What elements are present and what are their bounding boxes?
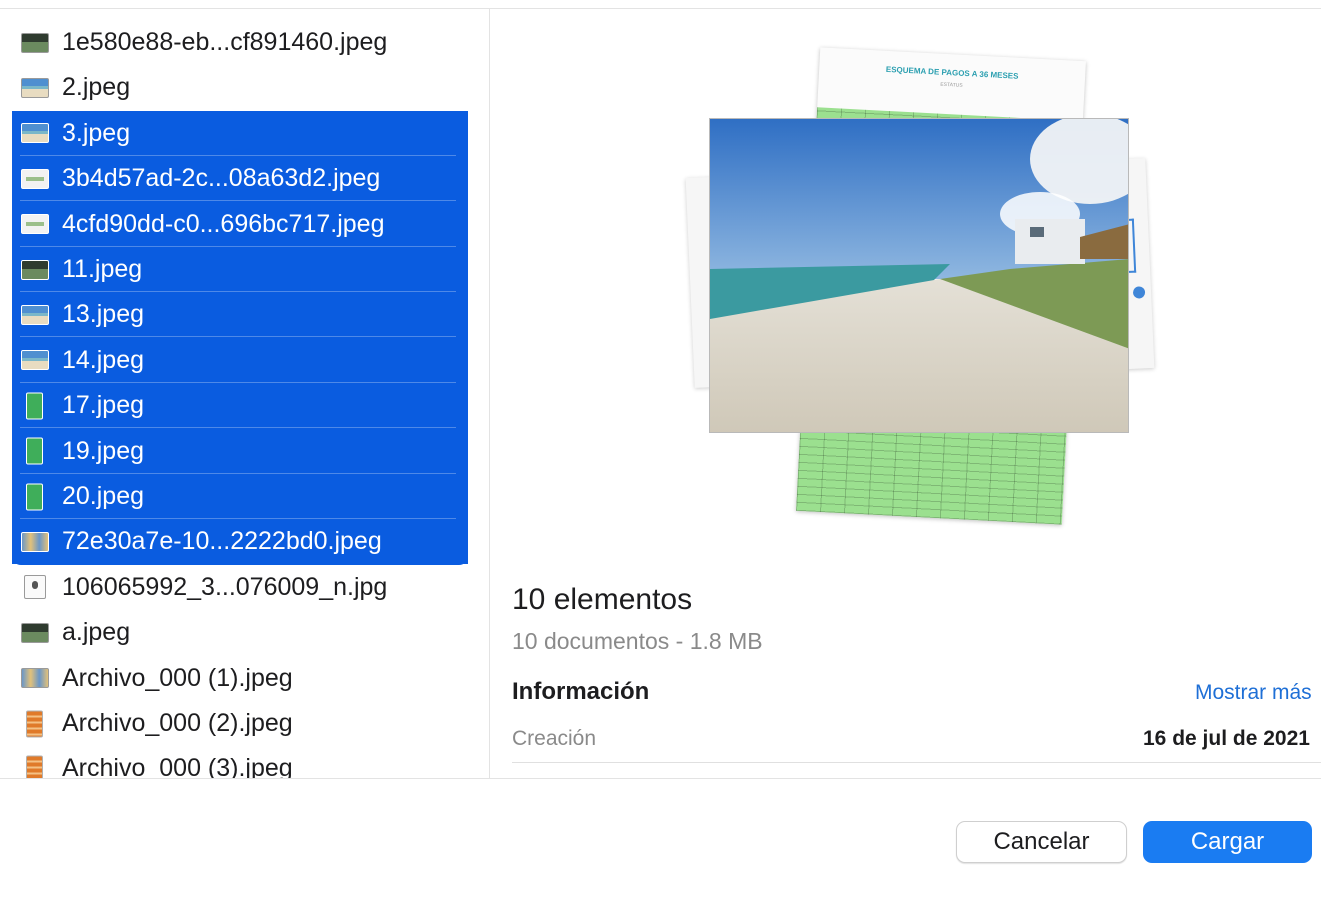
file-row[interactable]: 106065992_3...076009_n.jpg [12,565,468,610]
creation-label: Creación [512,727,597,750]
file-thumbnail-icon [21,168,49,189]
preview-beach-photo [709,118,1129,433]
file-name: 2.jpeg [62,73,131,102]
file-thumbnail-icon [21,214,49,235]
file-thumbnail-icon [24,575,46,600]
selection-summary-title: 10 elementos [512,583,693,616]
file-thumbnail-icon [21,77,49,98]
file-name: Archivo_000 (2).jpeg [62,709,293,737]
file-thumbnail-icon [21,259,49,280]
selection-summary-subtitle: 10 documentos - 1.8 MB [512,628,763,654]
beach-photo-image [710,119,1128,432]
file-name: 20.jpeg [62,482,145,510]
file-thumbnail-icon [21,531,49,552]
file-thumbnail-icon [26,755,43,778]
file-row[interactable]: a.jpeg [12,610,468,655]
file-row[interactable]: 11.jpeg [12,247,468,292]
file-name: 14.jpeg [62,345,145,374]
file-row[interactable]: 3.jpeg [12,110,468,156]
footer-divider [0,778,1321,779]
file-name: 3.jpeg [62,118,131,147]
file-row[interactable]: 4cfd90dd-c0...696bc717.jpeg [12,201,468,247]
upload-button[interactable]: Cargar [1143,821,1312,863]
info-heading: Información [512,678,650,705]
file-name: 72e30a7e-10...2222bd0.jpeg [62,527,382,556]
file-row[interactable]: 1e580e88-eb...cf891460.jpeg [12,20,468,65]
file-name: 106065992_3...076009_n.jpg [62,572,388,601]
file-name: Archivo_000 (3).jpeg [62,754,293,778]
file-thumbnail-icon [21,32,49,53]
file-thumbnail-icon [26,392,43,420]
cancel-button[interactable]: Cancelar [956,821,1127,863]
file-name: 4cfd90dd-c0...696bc717.jpeg [62,209,385,238]
file-name: a.jpeg [62,618,131,647]
file-row[interactable]: Archivo_000 (3).jpeg [12,746,468,778]
file-browser-pane[interactable]: 1e580e88-eb...cf891460.jpeg 2.jpeg 3.jpeg 3… [0,9,489,778]
file-row[interactable]: 19.jpeg [12,428,468,474]
file-name: 17.jpeg [62,391,145,420]
file-name: Archivo_000 (1).jpeg [62,663,293,692]
blue-dot-mark [1132,286,1146,299]
file-row[interactable]: 14.jpeg [12,337,468,383]
file-thumbnail-icon [21,304,49,325]
file-row[interactable]: 13.jpeg [12,292,468,338]
file-name: 3b4d57ad-2c...08a63d2.jpeg [62,164,381,193]
window-top-edge [0,0,1321,9]
file-row[interactable]: 72e30a7e-10...2222bd0.jpeg [12,519,468,565]
file-thumbnail-icon [21,350,49,371]
file-row[interactable]: 20.jpeg [12,474,468,519]
file-thumbnail-icon [21,668,49,689]
file-row[interactable]: 3b4d57ad-2c...08a63d2.jpeg [12,156,468,202]
file-thumbnail-icon [26,483,43,510]
file-name: 19.jpeg [62,436,145,465]
show-more-link[interactable]: Mostrar más [1195,681,1321,705]
file-row[interactable]: 2.jpeg [12,65,468,110]
info-divider [512,762,1321,763]
file-row[interactable]: Archivo_000 (2).jpeg [12,701,468,746]
file-name: 11.jpeg [62,255,143,283]
file-name: 1e580e88-eb...cf891460.jpeg [62,28,388,56]
file-row[interactable]: 17.jpeg [12,383,468,429]
file-row[interactable]: Archivo_000 (1).jpeg [12,656,468,701]
file-name: 13.jpeg [62,300,145,329]
file-thumbnail-icon [21,123,49,144]
creation-value: 16 de jul de 2021 [1143,727,1310,750]
file-thumbnail-icon [26,710,43,737]
pane-divider[interactable] [489,9,490,778]
file-thumbnail-icon [21,622,49,643]
preview-stack: ESQUEMA DE PAGOS A 36 MESES ESTATUS [685,28,1160,528]
file-thumbnail-icon [26,437,43,465]
